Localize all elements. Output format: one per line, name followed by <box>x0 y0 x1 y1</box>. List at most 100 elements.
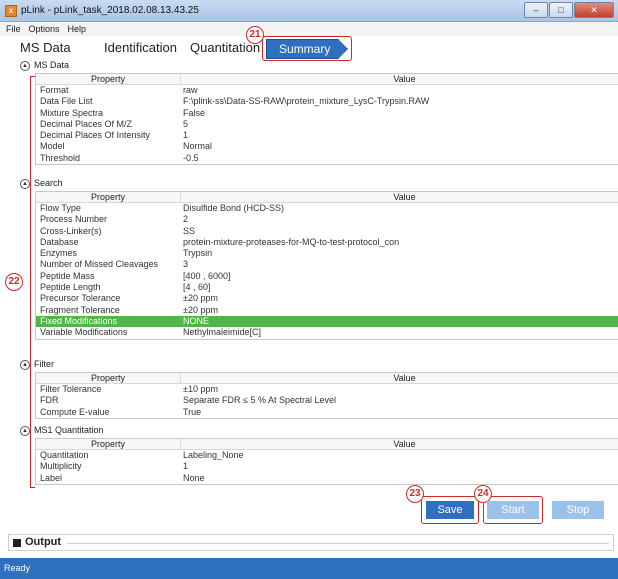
row-property: Decimal Places Of Intensity <box>40 130 151 141</box>
table-row-highlighted[interactable]: Fixed Modifications NONE <box>36 315 618 328</box>
table-row: Mixture Spectra False <box>36 108 618 119</box>
table-row: Format raw <box>36 85 618 96</box>
column-header-property: Property <box>36 439 181 449</box>
row-value: raw <box>183 85 198 95</box>
table-row: Cross-Linker(s) SS <box>36 226 618 237</box>
row-value: Nethylmaleimide[C] <box>183 327 262 338</box>
table-header: Property Value <box>36 373 618 384</box>
chevron-up-icon[interactable]: ▲ <box>20 60 30 71</box>
row-property: Quantitation <box>40 450 89 460</box>
row-value: SS <box>183 225 196 236</box>
title-bar: x pLink - pLink_task_2018.02.08.13.43.25… <box>0 0 618 22</box>
table-header: Property Value <box>36 439 618 450</box>
table-row: Model Normal <box>36 141 618 152</box>
start-button[interactable]: Start <box>487 501 539 519</box>
row-property: Threshold <box>40 152 81 163</box>
column-header-value: Value <box>393 439 416 449</box>
row-value: 5 <box>183 118 189 129</box>
chevron-up-icon[interactable]: ▲ <box>20 178 30 189</box>
row-property: Format <box>40 85 69 95</box>
row-property: Process Number <box>40 214 108 225</box>
table-row: Database protein-mixture-proteases-for-MQ… <box>36 237 618 248</box>
row-property: Flow Type <box>40 203 81 213</box>
table-row: Precursor Tolerance ±20 ppm <box>36 293 618 304</box>
tab-ms-data[interactable]: MS Data <box>20 40 71 55</box>
table-row: Fragment Tolerance ±20 ppm <box>36 305 618 316</box>
table-row: Process Number 2 <box>36 214 618 225</box>
callout-21: 21 <box>246 26 264 44</box>
row-property: Model <box>40 141 65 152</box>
column-header-property: Property <box>36 192 181 202</box>
row-value: Normal <box>183 141 213 152</box>
column-header-property: Property <box>36 74 181 84</box>
row-value: Trypsin <box>183 248 213 259</box>
section-header-filter[interactable]: ▲ Filter <box>20 358 54 371</box>
status-bar: Ready <box>0 558 618 579</box>
row-value: False <box>183 107 206 118</box>
output-divider <box>67 543 609 544</box>
row-property: Compute E-value <box>40 406 110 417</box>
row-property: Variable Modifications <box>40 327 128 338</box>
menu-help[interactable]: Help <box>68 22 87 36</box>
table-ms1-quantitation: Property Value Quantitation Labeling_None… <box>35 438 618 485</box>
row-value: F:\plink-ss\Data-SS-RAW\protein_mixture_… <box>183 96 430 107</box>
row-value: [4 , 60] <box>183 282 211 293</box>
table-row: Data File List F:\plink-ss\Data-SS-RAW\pr… <box>36 96 618 107</box>
row-value: protein-mixture-proteases-for-MQ-to-test… <box>183 236 400 247</box>
menu-bar: File Options Help <box>0 22 618 36</box>
row-value: ±20 ppm <box>183 293 218 304</box>
row-property: Multiplicity <box>40 461 82 472</box>
summary-panel: ▲ MS Data Property Value Format raw Data … <box>14 57 618 490</box>
chevron-up-icon[interactable]: ▲ <box>20 359 30 370</box>
maximize-button[interactable]: □ <box>549 2 573 18</box>
row-property: FDR <box>40 395 59 406</box>
table-row: Enzymes Trypsin <box>36 248 618 259</box>
callout-bracket <box>29 76 35 488</box>
row-property: Precursor Tolerance <box>40 293 121 304</box>
column-header-value: Value <box>393 373 416 383</box>
menu-options[interactable]: Options <box>29 22 60 36</box>
output-label: Output <box>25 536 62 548</box>
row-value: ±10 ppm <box>183 384 218 394</box>
row-property: Database <box>40 236 79 247</box>
stop-button[interactable]: Stop <box>552 501 604 519</box>
table-header: Property Value <box>36 192 618 203</box>
row-value: 2 <box>183 214 189 225</box>
table-row: Threshold -0.5 <box>36 153 618 164</box>
table-ms-data: Property Value Format raw Data File List F… <box>35 73 618 166</box>
save-button[interactable]: Save <box>426 501 474 519</box>
table-row: Flow Type Disulfide Bond (HCD-SS) <box>36 203 618 214</box>
app-logo-icon: x <box>5 5 17 17</box>
menu-file[interactable]: File <box>6 22 21 36</box>
row-value: NONE <box>183 315 210 326</box>
row-value: 1 <box>183 461 189 472</box>
table-row: Decimal Places Of M/Z 5 <box>36 119 618 130</box>
window-controls: – □ ✕ <box>524 2 614 18</box>
minimize-button[interactable]: – <box>524 2 548 18</box>
row-property: Filter Tolerance <box>40 384 102 394</box>
section-title: MS Data <box>34 60 70 70</box>
table-filter: Property Value Filter Tolerance ±10 ppm F… <box>35 372 618 419</box>
close-button[interactable]: ✕ <box>574 2 614 18</box>
section-title: Search <box>34 178 63 188</box>
callout-23: 23 <box>406 485 424 503</box>
row-property: Decimal Places Of M/Z <box>40 118 133 129</box>
row-value: [400 , 6000] <box>183 270 231 281</box>
section-header-ms1-quantitation[interactable]: ▲ MS1 Quantitation <box>20 424 104 437</box>
table-row: Peptide Length [4 , 60] <box>36 282 618 293</box>
section-title: MS1 Quantitation <box>34 425 104 435</box>
chevron-up-icon[interactable]: ▲ <box>20 425 30 436</box>
row-property: Fragment Tolerance <box>40 304 120 315</box>
section-header-ms-data[interactable]: ▲ MS Data <box>20 59 69 72</box>
output-panel[interactable]: Output <box>8 534 614 551</box>
table-row: FDR Separate FDR ≤ 5 % At Spectral Level <box>36 395 618 406</box>
row-property: Number of Missed Cleavages <box>40 259 159 270</box>
row-value: ±20 ppm <box>183 304 218 315</box>
tab-identification[interactable]: Identification <box>104 40 177 55</box>
output-square-icon <box>13 539 21 547</box>
row-property: Fixed Modifications <box>40 315 118 326</box>
section-header-search[interactable]: ▲ Search <box>20 177 63 190</box>
row-property: Label <box>40 472 63 483</box>
callout-22: 22 <box>5 273 23 291</box>
row-value: -0.5 <box>183 152 199 163</box>
